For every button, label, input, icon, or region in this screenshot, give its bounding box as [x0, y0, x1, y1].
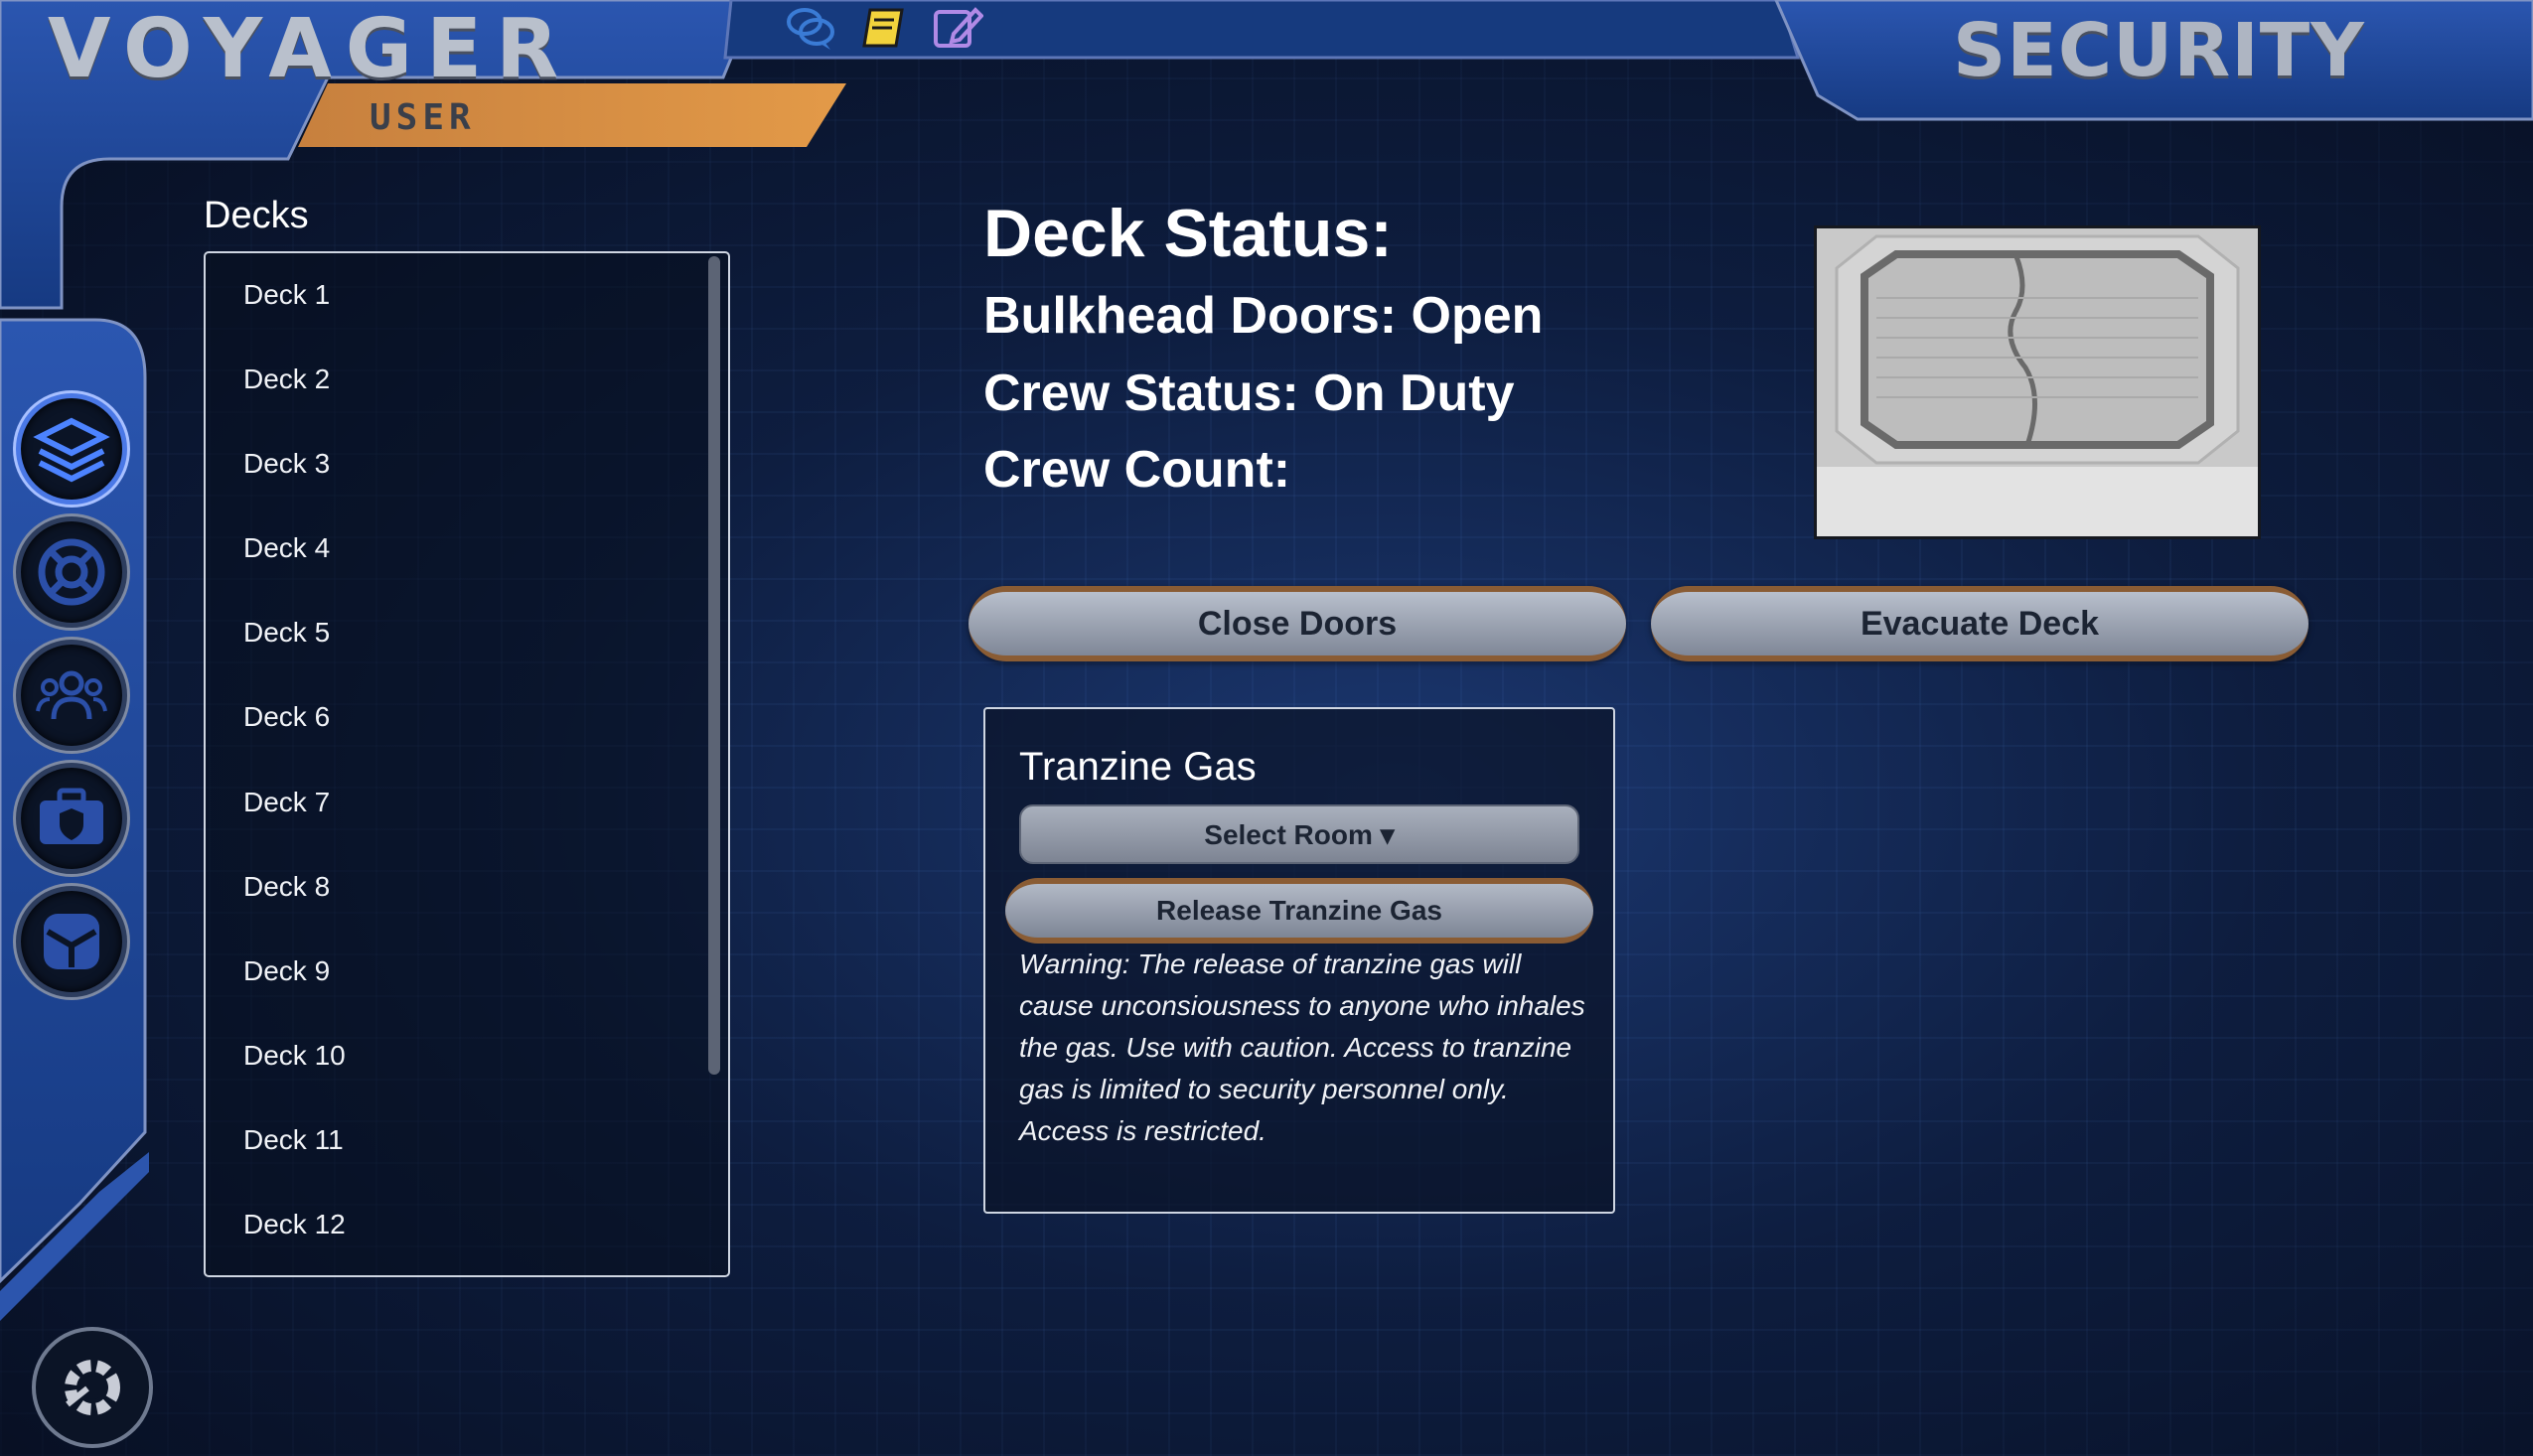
- deck-item-2[interactable]: Deck 2: [243, 364, 330, 395]
- bulkhead-status: Bulkhead Doors: Open: [983, 287, 1544, 345]
- decks-title: Decks: [204, 195, 309, 236]
- gas-warning-text: Warning: The release of tranzine gas wil…: [1019, 948, 1585, 1146]
- bulkhead-door-image: [1814, 225, 2261, 539]
- app-title: VOYAGER: [48, 2, 573, 96]
- notebook-icon[interactable]: [860, 4, 912, 52]
- evacuate-deck-button[interactable]: Evacuate Deck: [1651, 586, 2309, 661]
- nav-security-button[interactable]: [16, 763, 127, 874]
- crew-icon: [36, 670, 107, 720]
- deck-list-scrollbar[interactable]: [708, 256, 720, 1075]
- layers-icon: [33, 417, 110, 483]
- nav-lifesupport-button[interactable]: [16, 516, 127, 628]
- lifebuoy-icon: [38, 538, 105, 606]
- user-role-label: USER: [370, 97, 476, 138]
- deck-item-6[interactable]: Deck 6: [243, 701, 330, 733]
- deck-item-4[interactable]: Deck 4: [243, 532, 330, 564]
- edit-note-icon[interactable]: [932, 4, 984, 52]
- deck-item-12[interactable]: Deck 12: [243, 1209, 346, 1240]
- close-doors-button[interactable]: Close Doors: [968, 586, 1626, 661]
- deck-item-8[interactable]: Deck 8: [243, 871, 330, 903]
- release-gas-button[interactable]: Release Tranzine Gas: [1005, 878, 1593, 944]
- tranzine-gas-panel: Tranzine Gas Select Room ▾ Release Tranz…: [983, 707, 1615, 1214]
- crew-count: Crew Count:: [983, 441, 1291, 499]
- select-room-dropdown[interactable]: Select Room ▾: [1019, 804, 1579, 864]
- settings-gear-icon: [65, 1360, 120, 1415]
- deck-status-title: Deck Status:: [983, 196, 1393, 271]
- station-title: SECURITY: [1953, 8, 2365, 93]
- chat-icon[interactable]: [785, 4, 836, 52]
- deck-item-11[interactable]: Deck 11: [243, 1124, 344, 1156]
- deck-item-5[interactable]: Deck 5: [243, 617, 330, 649]
- crew-status: Crew Status: On Duty: [983, 364, 1515, 422]
- gas-panel-title: Tranzine Gas: [1019, 745, 1257, 789]
- nav-crew-button[interactable]: [16, 640, 127, 751]
- deck-item-7[interactable]: Deck 7: [243, 787, 330, 818]
- deck-item-10[interactable]: Deck 10: [243, 1040, 346, 1072]
- deck-item-9[interactable]: Deck 9: [243, 955, 330, 987]
- deck-item-1[interactable]: Deck 1: [243, 279, 330, 311]
- deck-item-3[interactable]: Deck 3: [243, 448, 330, 480]
- deck-list[interactable]: Deck 1 Deck 2 Deck 3 Deck 4 Deck 5 Deck …: [204, 251, 730, 1277]
- security-kit-icon: [40, 788, 103, 844]
- nav-decks-button[interactable]: [16, 393, 127, 505]
- cargo-icon: [44, 914, 99, 969]
- nav-cargo-button[interactable]: [16, 886, 127, 997]
- settings-button[interactable]: [32, 1327, 153, 1448]
